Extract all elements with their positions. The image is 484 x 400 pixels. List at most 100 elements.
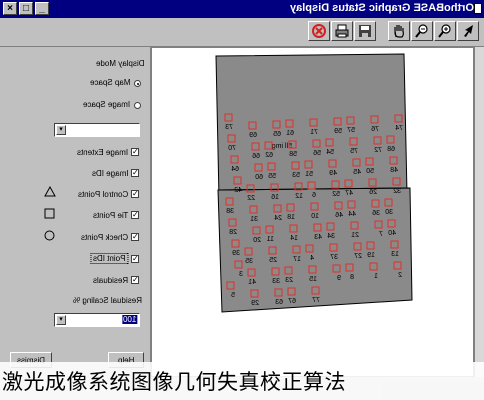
point-id-label: 68 [387,146,395,153]
map-space-radio[interactable] [134,80,141,87]
point-id-label: 6 [312,192,316,199]
point-id-label: 70 [228,145,236,152]
point-id-label: 75 [350,148,358,155]
point-id-label: 21 [351,232,359,239]
point-id-label: 57 [347,127,355,134]
triangle-icon [44,186,56,197]
point-id-label: 34 [327,233,335,240]
residual-scaling-label: Residual Scaling % [73,296,142,305]
point-id-label: 58 [289,151,297,158]
point-ids-checkbox[interactable]: ✓ [131,255,139,263]
point-id-label: 74 [395,125,403,132]
point-id-label: 44 [348,211,356,218]
point-id-label: 24 [274,215,282,222]
point-id-label: 17 [293,256,301,263]
point-id-label: 13 [391,251,399,258]
control-panel: Display Mode Map Space Image Space ▾ ✓ I… [0,47,151,377]
check-points-checkbox[interactable]: ✓ [131,233,139,241]
residual-scaling-input[interactable]: ▾ 100 [54,313,140,327]
image-ids-checkbox[interactable]: ✓ [131,169,139,177]
point-id-label: 69 [249,132,257,139]
point-id-label: 19 [367,252,375,259]
point-id-label: 42 [234,187,242,194]
point-id-label: 14 [290,235,298,242]
point-id-label: 39 [232,250,240,257]
control-points-label: Control Points [77,190,128,199]
graphic-display-area[interactable]: 5ll img 73 69 65 61 71 59 57 76 74 70 66 62 58 56 54 75… [151,47,474,377]
point-id-label: 20 [253,237,261,244]
point-id-label: 47 [345,190,353,197]
point-id-label: 49 [329,170,337,177]
display-mode-label: Display Mode [95,59,144,68]
point-id-label: 62 [265,152,273,159]
point-id-label: 9 [337,275,341,282]
point-id-label: 76 [371,126,379,133]
point-id-label: 46 [335,212,343,219]
zoom-out-icon[interactable] [411,21,433,41]
vertical-scrollbar[interactable] [474,47,484,377]
point-id-label: 64 [231,166,239,173]
window-title: OrthoBASE Graphic Status Display [290,2,474,14]
chevron-down-icon[interactable]: ▾ [56,125,66,135]
point-id-label: 65 [273,131,281,138]
point-id-label: 1 [374,273,378,280]
point-id-label: 12 [295,193,303,200]
app-icon [474,3,482,14]
point-id-label: 41 [248,279,256,286]
point-id-label: 55 [268,173,276,180]
zoom-in-icon[interactable] [434,21,456,41]
point-id-label: 29 [251,300,259,307]
close-icon[interactable]: × [3,2,17,15]
point-id-label: 4 [310,255,314,262]
point-id-label: 73 [225,124,233,131]
point-id-label: 63 [275,299,283,306]
point-id-label: 23 [285,277,293,284]
pan-hand-icon[interactable] [388,21,410,41]
point-id-label: 7 [379,231,383,238]
cursor-arrow-icon[interactable] [457,21,479,41]
toolbar [0,18,484,47]
image-extents-label: Image Extents [76,148,128,157]
point-id-label: 43 [314,234,322,241]
minimize-icon[interactable]: _ [35,2,49,15]
point-id-label: 3 [239,271,243,278]
point-id-label: 16 [271,194,279,201]
point-id-label: 72 [374,147,382,154]
residuals-checkbox[interactable]: ✓ [131,276,139,284]
point-id-label: 67 [288,298,296,305]
point-id-label: 36 [372,210,380,217]
control-points-checkbox[interactable]: ✓ [131,190,139,198]
point-id-label: 71 [310,129,318,136]
point-id-label: 26 [369,189,377,196]
square-icon [44,208,55,219]
print-icon[interactable] [331,21,353,41]
close-red-icon[interactable] [308,21,330,41]
point-id-label: 48 [390,167,398,174]
save-icon[interactable] [354,21,376,41]
point-id-label: 50 [366,168,374,175]
point-id-label: 52 [332,191,340,198]
image-space-radio[interactable] [134,102,141,109]
point-id-label: 56 [313,150,321,157]
point-id-label: 33 [272,278,280,285]
point-id-label: 30 [385,209,393,216]
point-id-label: 53 [292,172,300,179]
spinner-icon[interactable]: ▾ [56,315,66,325]
image-extents-checkbox[interactable]: ✓ [131,148,139,156]
point-id-label: 61 [286,130,294,137]
image-select-field[interactable]: ▾ [54,123,140,137]
tie-points-checkbox[interactable]: ✓ [131,211,139,219]
point-id-label: 60 [255,174,263,181]
window-controls: × □ _ [3,2,49,15]
residuals-label: Residuals [92,276,128,285]
image-space-label: Image Space [82,100,130,109]
point-id-label: 25 [269,257,277,264]
map-space-label: Map Space [89,78,130,87]
point-id-label: 2 [398,272,402,279]
residual-scaling-value: 100 [121,315,137,324]
point-id-label: 51 [305,171,313,178]
screen: × □ _ OrthoBASE Graphic Status Display D… [0,0,484,400]
point-id-label: 77 [312,297,320,304]
caption-text: 激光成像系统图像几何失真校正算法 [2,370,346,394]
maximize-icon[interactable]: □ [19,2,33,15]
